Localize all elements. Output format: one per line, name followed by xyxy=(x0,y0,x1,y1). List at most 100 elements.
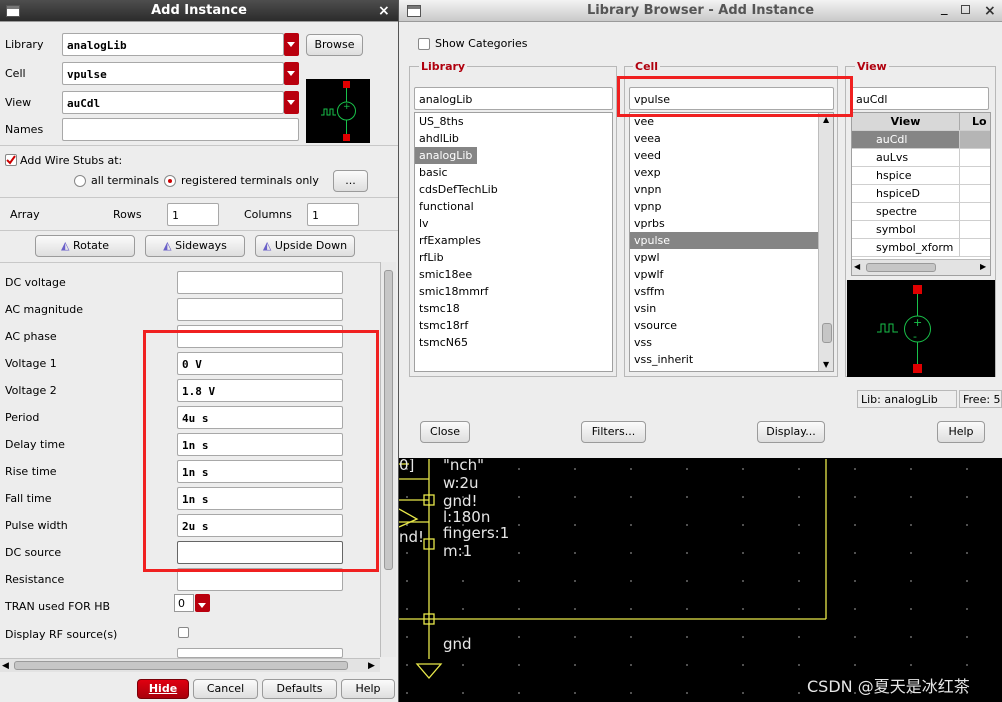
hide-button[interactable]: Hide xyxy=(137,679,189,699)
cell-label: Cell xyxy=(5,67,26,80)
filters-button[interactable]: Filters... xyxy=(581,421,646,443)
cancel-button[interactable]: Cancel xyxy=(193,679,258,699)
view-table-row[interactable]: spectre xyxy=(852,203,990,221)
schematic-canvas[interactable]: 0] nd! "nch" w:2u gnd! l:180n fingers:1 m:1 gn… xyxy=(399,459,1002,702)
cell-list-scrollbar-thumb[interactable] xyxy=(822,323,832,343)
library-browser-titlebar[interactable]: Library Browser - Add Instance _ × xyxy=(399,0,1002,22)
library-dropdown-button[interactable] xyxy=(284,33,299,56)
library-list-item[interactable]: tsmcN65 xyxy=(415,334,612,351)
library-list-item[interactable]: tsmc18 xyxy=(415,300,612,317)
library-list-item[interactable]: rfLib xyxy=(415,249,612,266)
library-list-item[interactable]: US_8ths xyxy=(415,113,612,130)
view-filter-input[interactable]: auCdl xyxy=(851,87,989,110)
view-dropdown-button[interactable] xyxy=(284,91,299,114)
upside-down-button[interactable]: ◭ Upside Down xyxy=(255,235,355,257)
form-hscrollbar-thumb[interactable] xyxy=(14,661,348,670)
rotate-icon: ◭ xyxy=(61,239,73,252)
cell-list-scrollbar[interactable]: ▲ ▼ xyxy=(818,113,833,371)
cell-list-item[interactable]: vpulse xyxy=(630,232,818,249)
view-name-cell: symbol xyxy=(852,221,960,238)
library-input[interactable]: analogLib xyxy=(62,33,284,56)
names-input[interactable] xyxy=(62,118,299,141)
form-hscrollbar[interactable]: ◀ ▶ xyxy=(0,658,380,672)
registered-terminals-radio[interactable] xyxy=(164,175,176,187)
view-table-hscrollbar[interactable]: ◀ ▶ xyxy=(852,259,990,275)
library-filter-input[interactable]: analogLib xyxy=(414,87,613,110)
form-scrollbar[interactable] xyxy=(380,262,396,657)
cell-list-item[interactable]: vpwl xyxy=(630,249,818,266)
library-list-item[interactable]: smic18ee xyxy=(415,266,612,283)
view-table-row[interactable]: symbol_xform xyxy=(852,239,990,257)
sideways-button[interactable]: ◭ Sideways xyxy=(145,235,245,257)
rows-input[interactable]: 1 xyxy=(167,203,219,226)
form-scrollbar-thumb[interactable] xyxy=(384,270,393,570)
help-button[interactable]: Help xyxy=(341,679,395,699)
view-table-row[interactable]: auCdl xyxy=(852,131,990,149)
view-input[interactable]: auCdl xyxy=(62,91,284,114)
scroll-down-icon[interactable]: ▼ xyxy=(823,360,829,369)
tran-hb-select[interactable]: 0 xyxy=(174,594,194,612)
scroll-right-icon[interactable]: ▶ xyxy=(368,661,375,671)
library-list-item[interactable]: functional xyxy=(415,198,612,215)
library-list-item[interactable]: basic xyxy=(415,164,612,181)
library-list-item[interactable]: tsmc18rf xyxy=(415,317,612,334)
scroll-left-icon[interactable]: ◀ xyxy=(2,661,9,671)
tran-hb-dropdown-button[interactable] xyxy=(195,594,210,612)
cell-input[interactable]: vpulse xyxy=(62,62,284,85)
maximize-icon[interactable] xyxy=(961,5,970,14)
view-table-row[interactable]: hspiceD xyxy=(852,185,990,203)
param-input[interactable] xyxy=(177,271,343,294)
library-list-item[interactable]: cdsDefTechLib xyxy=(415,181,612,198)
scroll-left-icon[interactable]: ◀ xyxy=(854,262,860,271)
cell-list-item[interactable]: vpwlf xyxy=(630,266,818,283)
view-table-row[interactable]: hspice xyxy=(852,167,990,185)
library-list-item[interactable]: ahdlLib xyxy=(415,130,612,147)
close-icon[interactable]: × xyxy=(378,3,390,19)
highlight-box xyxy=(617,76,853,117)
cell-list-item[interactable]: vexp xyxy=(630,164,818,181)
add-instance-titlebar[interactable]: Add Instance × xyxy=(0,0,398,22)
cell-dropdown-button[interactable] xyxy=(284,62,299,85)
view-col-header[interactable]: View xyxy=(852,113,960,130)
vpulse-symbol-icon: + xyxy=(321,81,356,141)
cell-list-item[interactable]: vsin xyxy=(630,300,818,317)
cell-list-item[interactable]: vprbs xyxy=(630,215,818,232)
cell-list-item[interactable]: vss xyxy=(630,334,818,351)
wire-stubs-more-button[interactable]: ... xyxy=(333,170,368,192)
view-table-hscrollbar-thumb[interactable] xyxy=(866,263,936,272)
help-button[interactable]: Help xyxy=(937,421,985,443)
view-table-row[interactable]: auLvs xyxy=(852,149,990,167)
minimize-icon[interactable]: _ xyxy=(941,1,948,16)
param-label: Resistance xyxy=(5,573,65,586)
library-list-item[interactable]: smic18mmrf xyxy=(415,283,612,300)
view-table-row[interactable]: symbol xyxy=(852,221,990,239)
cell-list-item[interactable]: vsffm xyxy=(630,283,818,300)
defaults-button[interactable]: Defaults xyxy=(262,679,337,699)
display-rf-checkbox[interactable] xyxy=(178,627,189,638)
add-wire-stubs-checkbox[interactable] xyxy=(5,154,17,166)
show-categories-checkbox[interactable] xyxy=(418,38,430,50)
cell-list-item[interactable]: veea xyxy=(630,130,818,147)
cell-list-item[interactable]: vnpn xyxy=(630,181,818,198)
view-name-cell: hspice xyxy=(852,167,960,184)
scroll-right-icon[interactable]: ▶ xyxy=(980,262,986,271)
library-list-item[interactable]: analogLib xyxy=(415,147,477,164)
cell-list-item[interactable]: vsource xyxy=(630,317,818,334)
library-list-item[interactable]: lv xyxy=(415,215,612,232)
close-icon[interactable]: × xyxy=(984,3,996,19)
close-button[interactable]: Close xyxy=(420,421,470,443)
cell-list-item[interactable]: vss_inherit xyxy=(630,351,818,368)
cell-list-item[interactable]: vpnp xyxy=(630,198,818,215)
display-button[interactable]: Display... xyxy=(757,421,825,443)
cell-list-item[interactable]: veed xyxy=(630,147,818,164)
rotate-button[interactable]: ◭ Rotate xyxy=(35,235,135,257)
lock-col-header[interactable]: Lo xyxy=(960,113,990,130)
svg-text:+: + xyxy=(913,316,922,329)
status-lib: Lib: analogLib xyxy=(857,390,957,408)
library-list-item[interactable]: rfExamples xyxy=(415,232,612,249)
param-input[interactable] xyxy=(177,298,343,321)
highlight-box xyxy=(143,330,379,572)
columns-input[interactable]: 1 xyxy=(307,203,359,226)
all-terminals-radio[interactable] xyxy=(74,175,86,187)
browse-button[interactable]: Browse xyxy=(306,34,363,56)
